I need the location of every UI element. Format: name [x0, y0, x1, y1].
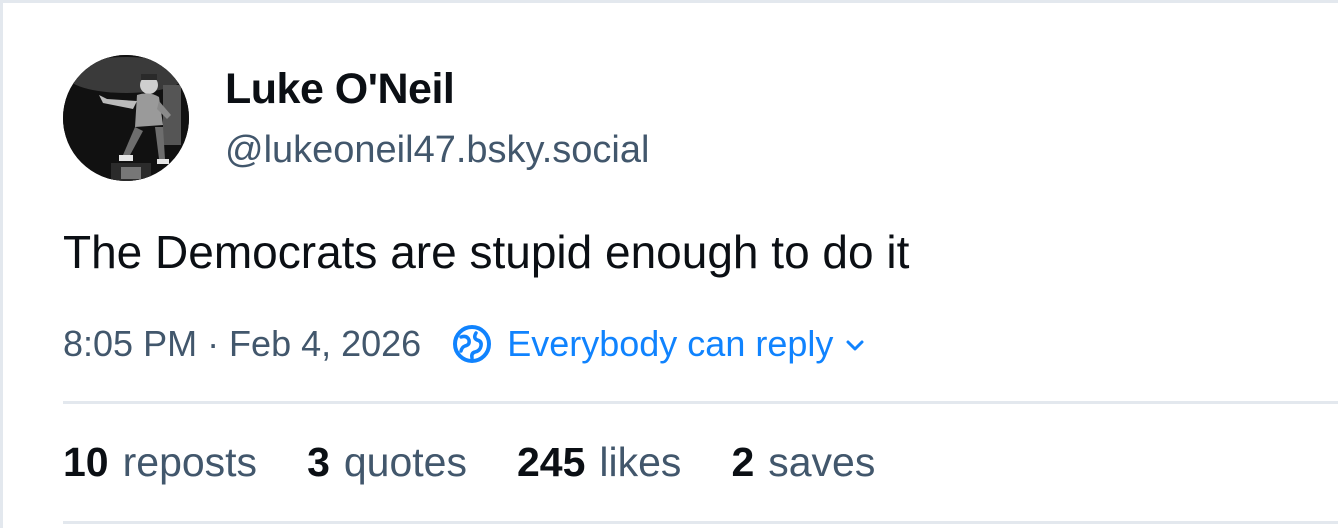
engagement-stats: 10 reposts 3 quotes 245 likes 2 saves	[63, 439, 925, 486]
author-handle[interactable]: @lukeoneil47.bsky.social	[225, 129, 649, 172]
post-timestamp[interactable]: 8:05 PM · Feb 4, 2026	[63, 323, 421, 365]
reposts-stat[interactable]: 10 reposts	[63, 439, 257, 486]
avatar-image	[63, 55, 189, 181]
post-text: The Democrats are stupid enough to do it	[63, 226, 910, 278]
reply-setting-button[interactable]: Everybody can reply	[451, 323, 867, 365]
chevron-down-icon	[846, 340, 864, 351]
quotes-count: 3	[307, 439, 330, 485]
likes-label: likes	[599, 439, 682, 485]
saves-label: saves	[768, 439, 876, 485]
reposts-label: reposts	[122, 439, 258, 485]
avatar[interactable]	[63, 55, 189, 181]
post-meta: 8:05 PM · Feb 4, 2026 Everybody can repl…	[63, 321, 867, 367]
likes-stat[interactable]: 245 likes	[517, 439, 681, 486]
quotes-stat[interactable]: 3 quotes	[307, 439, 467, 486]
saves-stat[interactable]: 2 saves	[731, 439, 875, 486]
reposts-count: 10	[63, 439, 109, 485]
quotes-label: quotes	[343, 439, 467, 485]
divider	[63, 401, 1338, 404]
author-display-name[interactable]: Luke O'Neil	[225, 65, 455, 114]
likes-count: 245	[516, 439, 586, 485]
post-card: Luke O'Neil @lukeoneil47.bsky.social The…	[0, 0, 1338, 528]
reply-setting-label: Everybody can reply	[507, 323, 834, 364]
globe-icon	[453, 325, 492, 363]
saves-count: 2	[731, 439, 755, 485]
divider	[63, 521, 1338, 524]
